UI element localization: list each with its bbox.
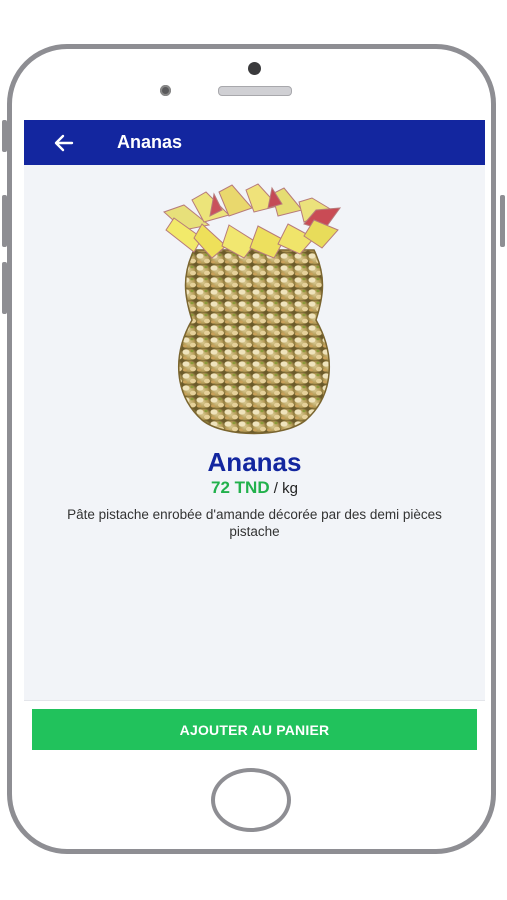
product-image xyxy=(163,183,342,435)
price-unit: / kg xyxy=(273,480,298,497)
phone-silent-switch xyxy=(2,120,7,152)
back-button[interactable] xyxy=(50,129,78,157)
product-price: 72 TND xyxy=(211,478,270,497)
phone-speaker xyxy=(218,86,292,96)
phone-sensor xyxy=(160,85,171,96)
phone-home-button[interactable] xyxy=(211,768,291,832)
phone-camera xyxy=(248,62,261,75)
phone-volume-up xyxy=(2,195,7,247)
arrow-left-icon xyxy=(54,134,74,152)
price-line: 72 TND / kg xyxy=(24,477,485,500)
add-to-cart-button[interactable]: AJOUTER AU PANIER xyxy=(32,709,477,750)
product-description: Pâte pistache enrobée d'amande décorée p… xyxy=(67,507,442,539)
app-bar-title: Ananas xyxy=(117,132,183,152)
app-bar: Ananas xyxy=(24,120,485,165)
app-screen: Ananas Ananas 72 TND / kg Pâte pistache … xyxy=(24,120,485,757)
phone-volume-down xyxy=(2,262,7,314)
product-name: Ananas xyxy=(207,447,302,477)
phone-power-button xyxy=(500,195,505,247)
